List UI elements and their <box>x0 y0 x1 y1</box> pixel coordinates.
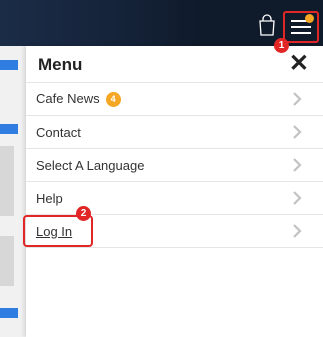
annotation-highlight-menu-button <box>283 11 319 43</box>
chevron-right-icon <box>293 125 302 139</box>
menu-panel: Menu ✕ Cafe News 4 Contact Select A Langu… <box>26 46 323 337</box>
background-page <box>0 46 26 337</box>
step-2-badge: 2 <box>76 206 91 221</box>
menu-item-label: Select A Language <box>36 157 145 173</box>
menu-item-select-language[interactable]: Select A Language <box>26 149 323 182</box>
menu-item-contact[interactable]: Contact <box>26 116 323 149</box>
close-icon[interactable]: ✕ <box>289 51 309 77</box>
shopping-bag-icon[interactable] <box>257 14 277 36</box>
menu-title: Menu <box>38 55 83 74</box>
header-background <box>0 0 200 46</box>
chevron-right-icon <box>293 92 302 106</box>
menu-item-cafe-news[interactable]: Cafe News 4 <box>26 83 323 116</box>
chevron-right-icon <box>293 191 302 205</box>
news-count-badge: 4 <box>105 92 121 108</box>
menu-item-label: Help <box>36 190 63 206</box>
menu-item-label: Contact <box>36 124 81 140</box>
top-navigation-bar <box>0 0 323 46</box>
menu-item-help[interactable]: Help <box>26 182 323 215</box>
chevron-right-icon <box>293 158 302 172</box>
background-accent <box>0 308 18 318</box>
menu-item-label: Cafe News 4 <box>36 91 121 108</box>
background-accent <box>0 60 18 70</box>
chevron-right-icon <box>293 224 302 238</box>
background-block <box>0 236 14 286</box>
background-block <box>0 146 14 216</box>
background-accent <box>0 124 18 134</box>
step-1-badge: 1 <box>274 38 289 53</box>
